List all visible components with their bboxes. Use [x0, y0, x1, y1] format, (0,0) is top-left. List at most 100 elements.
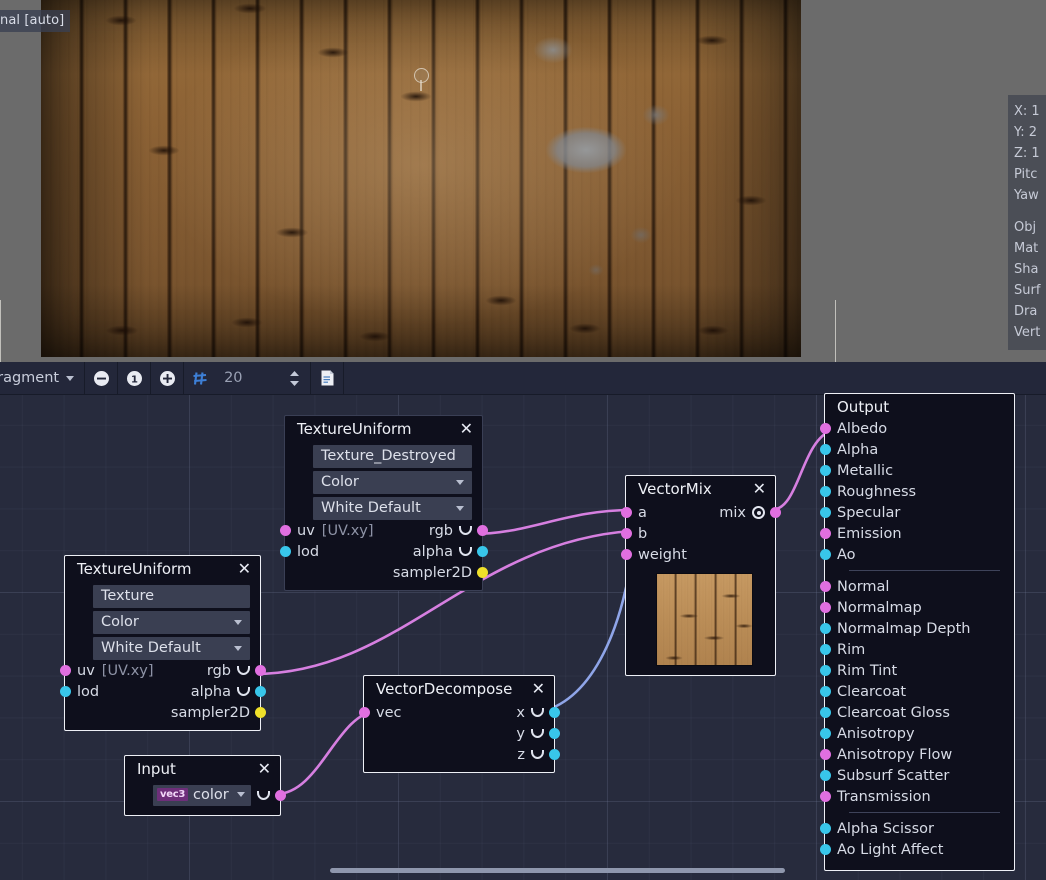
vector-mix-preview-thumbnail — [656, 573, 753, 666]
input-port-ao[interactable] — [820, 549, 831, 560]
eye-icon[interactable] — [752, 506, 765, 519]
input-port-emission[interactable] — [820, 528, 831, 539]
close-icon[interactable]: ✕ — [752, 481, 767, 497]
input-port-alpha-scissor[interactable] — [820, 823, 831, 834]
close-icon[interactable]: ✕ — [237, 561, 252, 577]
file-icon[interactable] — [311, 362, 343, 395]
input-port-normalmap-depth[interactable] — [820, 623, 831, 634]
curve-icon[interactable] — [531, 708, 544, 717]
output-label-rim: Rim — [837, 642, 865, 658]
node-texture-uniform-destroyed[interactable]: TextureUniform ✕ Texture_Destroyed Color… — [284, 415, 483, 591]
output-label-normalmap: Normalmap — [837, 600, 922, 616]
output-port-sampler2d[interactable] — [477, 567, 488, 578]
texture-type-dropdown[interactable]: Color — [93, 611, 250, 634]
texture-default-dropdown[interactable]: White Default — [313, 497, 472, 520]
curve-icon[interactable] — [459, 547, 472, 556]
input-port-uv[interactable] — [60, 665, 71, 676]
output-port-y[interactable] — [549, 728, 560, 739]
info-y: Y: 2 — [1014, 122, 1046, 143]
shader-graph-panel[interactable]: fragment 1 — [0, 362, 1046, 880]
input-port-specular[interactable] — [820, 507, 831, 518]
stepper-icon[interactable] — [278, 362, 310, 395]
node-input[interactable]: Input ✕ vec3 color — [124, 755, 281, 816]
texture-name-field[interactable]: Texture — [93, 585, 250, 608]
output-label-clearcoat-gloss: Clearcoat Gloss — [837, 705, 950, 721]
curve-icon[interactable] — [257, 791, 270, 800]
input-port-clearcoat[interactable] — [820, 686, 831, 697]
horizontal-scrollbar[interactable] — [330, 868, 785, 873]
curve-icon[interactable] — [237, 666, 250, 675]
node-title-bar[interactable]: TextureUniform ✕ — [65, 556, 260, 582]
node-title-bar[interactable]: Input ✕ — [125, 756, 280, 782]
zoom-out-icon[interactable] — [85, 362, 117, 395]
zoom-in-icon[interactable] — [151, 362, 183, 395]
output-port-z[interactable] — [549, 749, 560, 760]
input-port-clearcoat-gloss[interactable] — [820, 707, 831, 718]
grid-size-value[interactable]: 20 — [216, 370, 278, 386]
port-row-sampler2d: sampler2D — [65, 702, 260, 723]
node-texture-uniform-base[interactable]: TextureUniform ✕ Texture Color White Def… — [64, 555, 261, 731]
texture-type-value: Color — [101, 614, 139, 630]
node-vector-mix[interactable]: VectorMix ✕ a mix b weight — [625, 475, 776, 676]
curve-icon[interactable] — [459, 526, 472, 535]
output-port-color[interactable] — [275, 790, 286, 801]
output-port-sampler2d[interactable] — [255, 707, 266, 718]
output-port-mix[interactable] — [770, 507, 781, 518]
node-title-bar[interactable]: VectorDecompose ✕ — [364, 676, 554, 702]
curve-icon[interactable] — [531, 729, 544, 738]
texture-name-field[interactable]: Texture_Destroyed — [313, 445, 472, 468]
input-port-lod[interactable] — [60, 686, 71, 697]
texture-name-value: Texture — [101, 588, 154, 604]
curve-icon[interactable] — [531, 750, 544, 759]
input-type-dropdown[interactable]: vec3 color — [153, 785, 251, 806]
input-port-uv[interactable] — [280, 525, 291, 536]
output-port-rgb[interactable] — [255, 665, 266, 676]
input-label-uv: uv — [77, 663, 95, 679]
input-port-ao-light-affect[interactable] — [820, 844, 831, 855]
info-objects: Obj — [1014, 217, 1046, 238]
texture-default-dropdown[interactable]: White Default — [93, 637, 250, 660]
close-icon[interactable]: ✕ — [531, 681, 546, 697]
info-gap — [1014, 206, 1046, 217]
curve-icon[interactable] — [237, 687, 250, 696]
input-port-subsurf-scatter[interactable] — [820, 770, 831, 781]
snap-grid-icon[interactable] — [184, 362, 216, 395]
texture-type-dropdown[interactable]: Color — [313, 471, 472, 494]
node-title-bar[interactable]: TextureUniform ✕ — [285, 416, 482, 442]
node-output[interactable]: Output Albedo Alpha Metallic Roughness S… — [824, 393, 1015, 871]
input-port-rim[interactable] — [820, 644, 831, 655]
output-port-alpha[interactable] — [255, 686, 266, 697]
input-port-alpha[interactable] — [820, 444, 831, 455]
input-port-transmission[interactable] — [820, 791, 831, 802]
output-label-rgb: rgb — [207, 663, 231, 679]
input-port-metallic[interactable] — [820, 465, 831, 476]
3d-viewport[interactable]: nal [auto] X: 1 Y: 2 Z: 1 Pitc Yaw Obj M… — [0, 0, 1046, 362]
input-port-b[interactable] — [621, 528, 632, 539]
input-port-anisotropy[interactable] — [820, 728, 831, 739]
input-port-normalmap[interactable] — [820, 602, 831, 613]
node-vector-decompose[interactable]: VectorDecompose ✕ vec x y — [363, 675, 555, 773]
close-icon[interactable]: ✕ — [459, 421, 474, 437]
input-port-weight[interactable] — [621, 549, 632, 560]
shader-stage-dropdown[interactable]: fragment — [0, 362, 84, 395]
output-port-x[interactable] — [549, 707, 560, 718]
port-row-uv-rgb: uv [UV.xy] rgb — [65, 660, 260, 681]
zoom-reset-icon[interactable]: 1 — [118, 362, 150, 395]
input-port-lod[interactable] — [280, 546, 291, 557]
node-title-bar[interactable]: Output — [825, 394, 1014, 418]
port-row-lod-alpha: lod alpha — [65, 681, 260, 702]
output-port-rgb[interactable] — [477, 525, 488, 536]
input-port-a[interactable] — [621, 507, 632, 518]
output-label-emission: Emission — [837, 526, 902, 542]
info-pitch: Pitc — [1014, 164, 1046, 185]
input-port-roughness[interactable] — [820, 486, 831, 497]
close-icon[interactable]: ✕ — [257, 761, 272, 777]
node-title-bar[interactable]: VectorMix ✕ — [626, 476, 775, 502]
input-port-rim-tint[interactable] — [820, 665, 831, 676]
input-hint-uv: [UV.xy] — [322, 523, 374, 539]
input-port-normal[interactable] — [820, 581, 831, 592]
input-port-anisotropy-flow[interactable] — [820, 749, 831, 760]
input-port-albedo[interactable] — [820, 423, 831, 434]
output-port-alpha[interactable] — [477, 546, 488, 557]
input-port-vec[interactable] — [359, 707, 370, 718]
